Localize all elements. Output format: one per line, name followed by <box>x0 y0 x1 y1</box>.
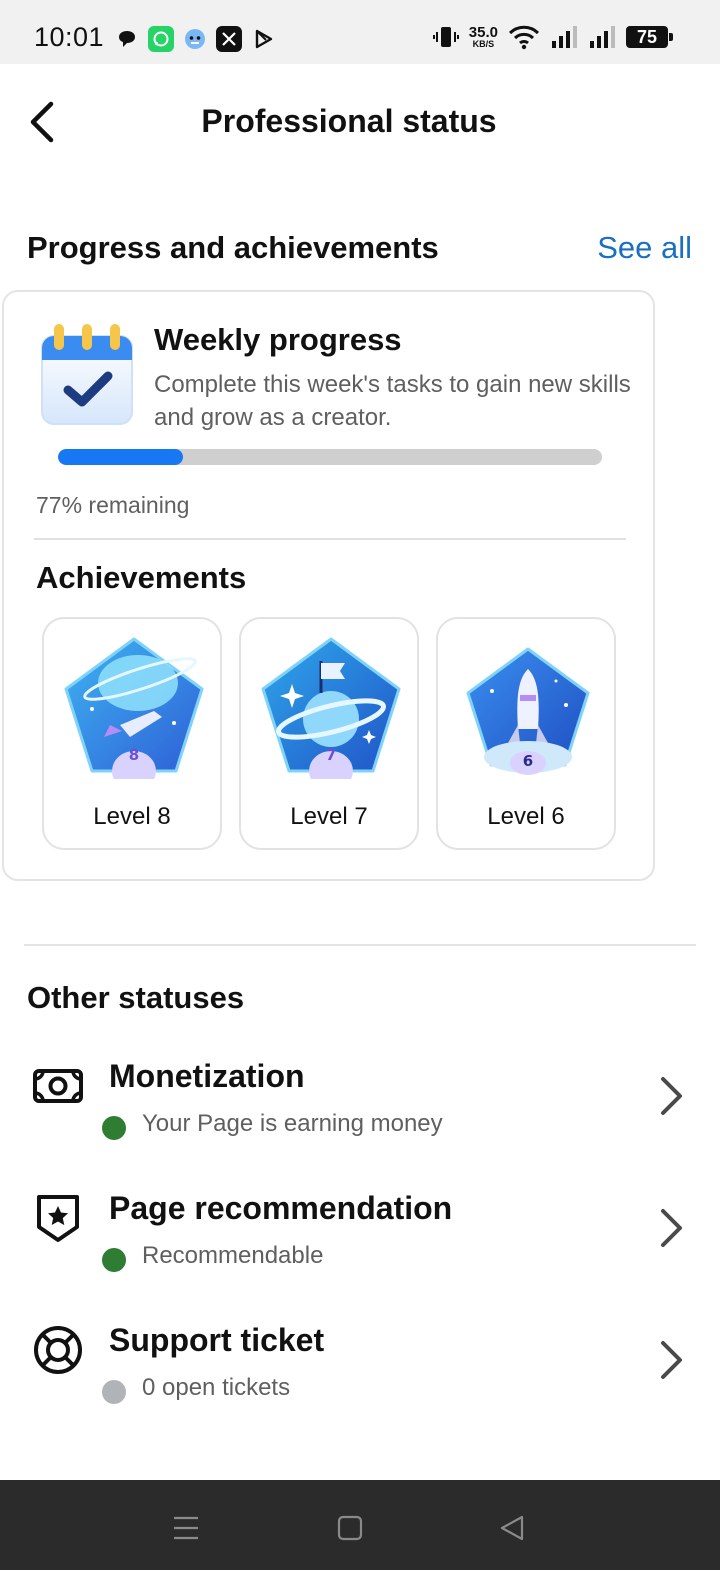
status-row-page-recommendation[interactable]: Page recommendation Recommendable <box>0 1190 720 1310</box>
status-subtitle: Recommendable <box>142 1242 324 1269</box>
status-row-monetization[interactable]: Monetization Your Page is earning money <box>0 1058 720 1178</box>
vibrate-icon <box>432 27 459 47</box>
calendar-check-icon <box>41 324 133 425</box>
chevron-right-icon <box>661 1209 682 1247</box>
achievement-badges: 8 Level 8 7 Level 7 6 Level 6 <box>42 617 616 850</box>
badge-number: 7 <box>326 746 336 764</box>
badge-label: Level 8 <box>93 803 171 830</box>
page-title-text: Professional status <box>201 103 497 139</box>
planet-flag-badge-icon: 7 <box>261 637 401 779</box>
other-statuses-title: Other statuses <box>27 980 245 1015</box>
home-button[interactable] <box>330 1508 370 1548</box>
badge-level-6[interactable]: 6 Level 6 <box>436 617 616 850</box>
progress-card[interactable]: Weekly progress Complete this week's tas… <box>2 290 655 881</box>
progress-section-title: Progress and achievements <box>27 230 439 265</box>
section-divider <box>24 944 696 946</box>
status-title: Page recommendation <box>109 1190 453 1226</box>
status-row-support-ticket[interactable]: Support ticket 0 open tickets <box>0 1322 720 1442</box>
planet-rocket-badge-icon: 8 <box>64 637 204 779</box>
weekly-progress-description: Complete this week's tasks to gain new s… <box>154 371 631 431</box>
menu-button[interactable] <box>166 1508 206 1548</box>
network-speed-value: 35.0 <box>468 24 498 41</box>
weekly-progress-title: Weekly progress <box>154 322 402 357</box>
status-dot <box>102 1248 126 1272</box>
status-subtitle: Your Page is earning money <box>142 1110 443 1137</box>
achievements-title: Achievements <box>36 560 247 595</box>
status-right: 35.0 KB/S 75 <box>432 24 673 50</box>
weekly-progress-bar <box>58 449 602 465</box>
status-title: Support ticket <box>109 1322 325 1358</box>
badge-label: Level 6 <box>487 803 565 830</box>
shield-star-icon <box>30 1190 86 1246</box>
network-speed-unit: KB/S <box>472 39 495 49</box>
back-nav-button[interactable] <box>492 1508 532 1548</box>
chevron-right-icon <box>661 1077 682 1115</box>
notification-icons <box>114 26 276 52</box>
chevron-right-icon <box>661 1341 682 1379</box>
rocket-launch-badge-icon: 6 <box>466 647 590 775</box>
weekly-progress-fill <box>58 449 184 465</box>
status-title: Monetization <box>109 1058 305 1094</box>
badge-number: 6 <box>523 752 533 770</box>
play-store-icon <box>250 26 276 52</box>
badge-number: 8 <box>129 746 139 764</box>
bot-face-icon <box>182 26 208 52</box>
status-subtitle: 0 open tickets <box>142 1374 291 1401</box>
navigation-bar <box>0 1480 720 1570</box>
back-triangle-icon <box>500 1515 524 1541</box>
menu-icon <box>174 1516 198 1540</box>
chat-bubble-icon <box>114 26 140 52</box>
x-icon <box>216 26 242 52</box>
wifi-icon <box>508 25 540 50</box>
status-bar: 10:01 35.0 KB/S 75 <box>0 0 720 64</box>
network-speed: 35.0 KB/S <box>469 25 498 49</box>
badge-level-7[interactable]: 7 Level 7 <box>239 617 419 850</box>
battery-indicator: 75 <box>626 26 673 48</box>
remaining-text: 77% remaining <box>36 492 190 518</box>
status-dot <box>102 1380 126 1404</box>
signal-icon-2 <box>590 26 615 48</box>
card-divider <box>34 538 626 540</box>
status-dot <box>102 1116 126 1140</box>
badge-level-8[interactable]: 8 Level 8 <box>42 617 222 850</box>
page-title: Professional status <box>0 103 720 140</box>
money-icon <box>30 1058 86 1114</box>
signal-icon <box>552 26 577 48</box>
lifebuoy-icon <box>30 1322 86 1378</box>
home-square-icon <box>337 1515 363 1541</box>
whatsapp-icon <box>148 26 174 52</box>
see-all-link[interactable]: See all <box>597 230 692 266</box>
badge-label: Level 7 <box>290 803 368 830</box>
status-time: 10:01 <box>34 22 105 52</box>
